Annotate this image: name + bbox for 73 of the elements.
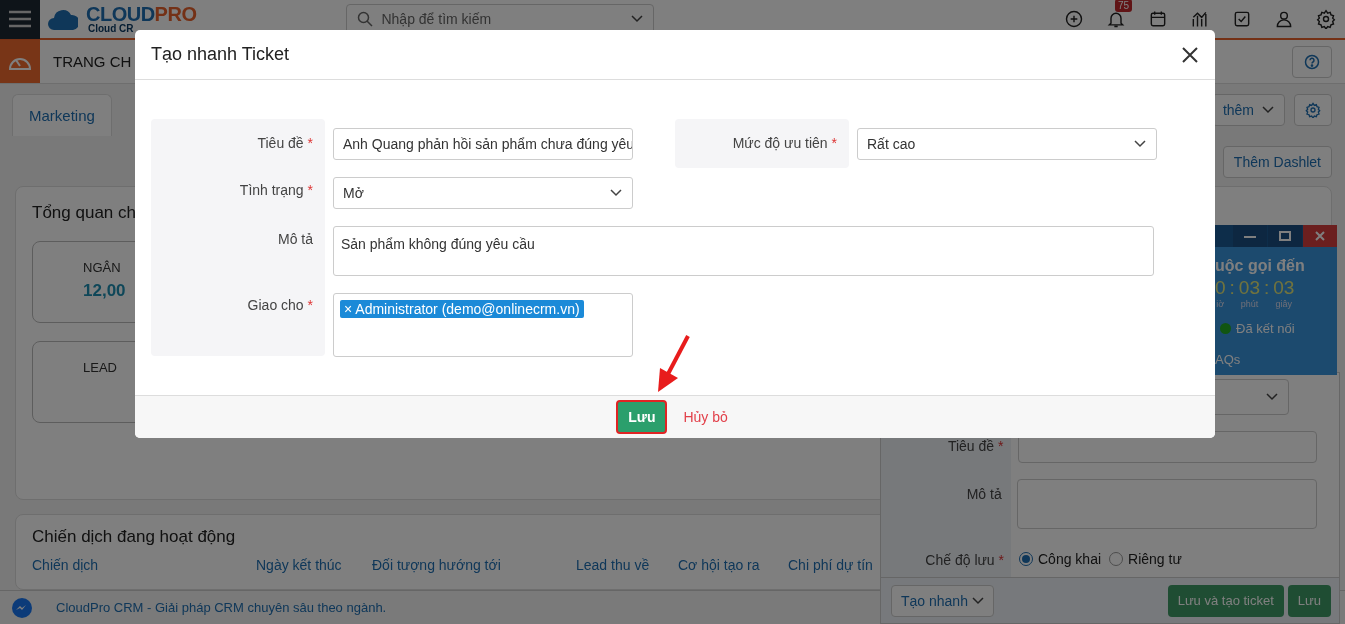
assignee-tag[interactable]: × Administrator (demo@onlinecrm.vn) bbox=[340, 300, 584, 318]
radio-label: Riêng tư bbox=[1128, 551, 1182, 567]
timer-unit: phút bbox=[1240, 299, 1259, 309]
chevron-down-icon bbox=[610, 189, 622, 197]
chevron-down-icon bbox=[1266, 393, 1278, 401]
menu-icon[interactable] bbox=[0, 0, 40, 39]
radio-button[interactable] bbox=[1019, 552, 1033, 566]
notification-badge: 75 bbox=[1115, 0, 1133, 12]
logo[interactable]: CLOUDPRO Cloud CR bbox=[86, 4, 197, 34]
radio-label: Công khai bbox=[1038, 551, 1102, 567]
search-icon bbox=[357, 11, 374, 27]
add-icon[interactable] bbox=[1063, 8, 1085, 30]
help-button[interactable] bbox=[1292, 45, 1332, 78]
select-field[interactable]: Rất cao bbox=[857, 128, 1157, 160]
minimize-icon bbox=[1244, 234, 1256, 238]
chevron-down-icon bbox=[971, 596, 984, 605]
save-button[interactable]: Lưu bbox=[616, 400, 668, 434]
status-dot bbox=[1220, 323, 1231, 334]
timer-separator: : bbox=[1264, 277, 1270, 299]
field-label: Chế độ lưu * bbox=[924, 551, 1004, 568]
dialog-title: Tạo nhanh Ticket bbox=[151, 44, 290, 65]
card-title: Tổng quan ch bbox=[32, 203, 136, 223]
maximize-button[interactable] bbox=[1268, 225, 1302, 247]
column-header[interactable]: Cơ hội tạo ra bbox=[678, 557, 788, 573]
chevron-down-icon bbox=[631, 15, 644, 23]
field-label: Tiêu đề * bbox=[946, 437, 1004, 454]
save-button[interactable]: Lưu và tạo ticket bbox=[1167, 584, 1284, 617]
settings-icon bbox=[1305, 102, 1321, 118]
settings-icon[interactable] bbox=[1315, 8, 1337, 30]
save-button[interactable]: Lưu bbox=[1287, 584, 1331, 617]
textarea-field[interactable]: Sản phẩm không đúng yêu cầu bbox=[333, 226, 1154, 276]
cancel-link[interactable]: Hủy bỏ bbox=[677, 408, 734, 426]
timer-unit: giây bbox=[1275, 299, 1293, 309]
call-title: uộc gọi đến bbox=[1215, 257, 1306, 275]
dashboard-icon[interactable] bbox=[0, 40, 40, 83]
textarea-field[interactable] bbox=[1016, 479, 1317, 529]
field-label: Giao cho * bbox=[151, 284, 325, 356]
settings-button[interactable] bbox=[1294, 94, 1332, 126]
chevron-down-icon bbox=[1262, 106, 1274, 114]
column-header[interactable]: Ngày kết thúc bbox=[256, 557, 372, 573]
timer-value: 03 bbox=[1273, 277, 1295, 299]
stat-value: 12,00 bbox=[83, 281, 126, 301]
timer-value: 0 bbox=[1215, 277, 1226, 299]
radio-button[interactable] bbox=[1109, 552, 1124, 566]
card-title: Chiến dịch đang hoạt động bbox=[32, 527, 236, 547]
field-label: Tình trạng * bbox=[151, 168, 325, 217]
column-header[interactable]: Lead thu về bbox=[576, 557, 678, 573]
help-icon bbox=[1304, 53, 1320, 70]
chevron-down-icon bbox=[1134, 140, 1146, 148]
maximize-icon bbox=[1279, 231, 1291, 241]
select-field[interactable]: Mở bbox=[333, 177, 633, 209]
footer-text: CloudPro CRM - Giải pháp CRM chuyên sâu theo ngành. bbox=[56, 600, 387, 615]
quick-create-button[interactable]: Tạo nhanh bbox=[891, 584, 994, 617]
timer-value: 03 bbox=[1238, 277, 1260, 299]
tab[interactable]: Marketing bbox=[12, 94, 112, 136]
field-label: Mô tả bbox=[151, 217, 325, 284]
column-header[interactable]: Đối tượng hướng tới bbox=[372, 557, 576, 573]
minimize-button[interactable] bbox=[1233, 225, 1267, 247]
field-label: Mô tả bbox=[965, 485, 1002, 502]
close-icon bbox=[1315, 231, 1325, 241]
faq-link[interactable]: AQs bbox=[1215, 352, 1337, 367]
timer-separator: : bbox=[1229, 277, 1235, 299]
add-dashlet-button[interactable]: Thêm Dashlet bbox=[1222, 146, 1332, 178]
messenger-icon[interactable] bbox=[12, 597, 32, 618]
stat-label: NGÂN bbox=[83, 260, 122, 275]
stat-label: LEAD bbox=[83, 360, 118, 375]
column-header[interactable]: Chiến dịch bbox=[32, 557, 256, 573]
assignee-field[interactable]: × Administrator (demo@onlinecrm.vn) bbox=[333, 293, 633, 357]
field-label: Mức độ ưu tiên * bbox=[675, 119, 849, 168]
timer-unit: iờ bbox=[1216, 299, 1225, 309]
field-label: Tiêu đề * bbox=[151, 119, 325, 168]
status-text: Đã kết nối bbox=[1236, 321, 1295, 336]
page-title: TRANG CH bbox=[53, 53, 132, 70]
